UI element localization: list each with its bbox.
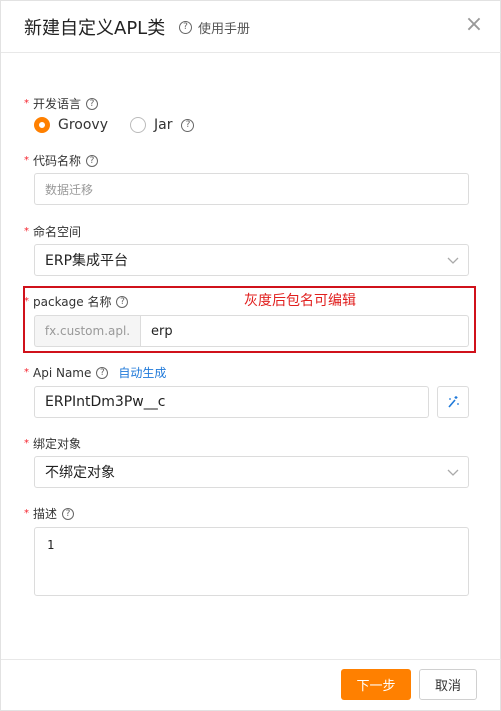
magic-wand-button[interactable] <box>437 386 469 418</box>
radio-jar-label[interactable]: Jar <box>154 117 172 133</box>
required-marker: * <box>24 508 29 519</box>
user-manual-label: 使用手册 <box>198 22 251 37</box>
description-textarea[interactable]: 1 <box>34 527 469 596</box>
question-circle-icon[interactable]: ? <box>62 507 75 520</box>
question-circle-icon[interactable]: ? <box>96 366 109 379</box>
namespace-value: ERP集成平台 <box>45 253 129 269</box>
namespace-label-row: * 命名空间 <box>24 223 81 240</box>
question-circle-icon: ? <box>179 21 192 34</box>
description-label: 描述 <box>33 507 58 521</box>
code-name-label-row: * 代码名称 ? <box>24 152 99 169</box>
api-name-label: Api Name <box>33 365 92 380</box>
required-marker: * <box>24 226 29 237</box>
bind-object-label: 绑定对象 <box>33 437 82 451</box>
namespace-select[interactable]: ERP集成平台 <box>34 244 469 276</box>
magic-wand-icon <box>448 396 459 408</box>
code-name-label: 代码名称 <box>33 154 82 168</box>
radio-unchecked-icon[interactable] <box>130 117 146 133</box>
bind-object-label-row: * 绑定对象 <box>24 435 81 452</box>
cancel-button[interactable]: 取消 <box>419 669 477 700</box>
annotation-text: 灰度后包名可编辑 <box>244 293 356 309</box>
chevron-down-icon <box>447 257 459 264</box>
next-step-button[interactable]: 下一步 <box>341 669 411 700</box>
user-manual-link[interactable]: ? 使用手册 <box>179 18 250 37</box>
question-circle-icon[interactable]: ? <box>86 154 99 167</box>
language-label: 开发语言 <box>33 97 82 111</box>
required-marker: * <box>24 438 29 449</box>
auto-generate-link[interactable]: 自动生成 <box>118 364 166 381</box>
required-marker: * <box>24 155 29 166</box>
code-name-placeholder: 数据迁移 <box>45 182 94 197</box>
radio-jar[interactable]: Jar ? <box>130 117 195 133</box>
chevron-down-icon <box>447 469 459 476</box>
language-label-row: * 开发语言 ? <box>24 95 99 112</box>
language-radio-group: Groovy Jar ? <box>34 117 195 133</box>
code-name-input[interactable]: 数据迁移 <box>34 173 469 205</box>
api-name-input[interactable]: ERPIntDm3Pw__c <box>34 386 429 418</box>
question-circle-icon[interactable]: ? <box>86 97 99 110</box>
question-circle-icon[interactable]: ? <box>181 118 195 132</box>
radio-groovy[interactable]: Groovy <box>34 117 108 133</box>
dialog-header: 新建自定义APL类 ? 使用手册 × <box>1 1 501 53</box>
new-apl-class-dialog: 新建自定义APL类 ? 使用手册 × * 开发语言 ? Groovy Jar ?… <box>0 0 501 711</box>
api-name-label-row: * Api Name ? 自动生成 <box>24 364 166 381</box>
required-marker: * <box>24 367 29 378</box>
namespace-label: 命名空间 <box>33 225 82 239</box>
dialog-title: 新建自定义APL类 <box>24 18 166 39</box>
bind-object-value: 不绑定对象 <box>45 465 115 481</box>
radio-checked-icon[interactable] <box>34 117 50 133</box>
api-name-value: ERPIntDm3Pw__c <box>45 394 166 410</box>
bind-object-select[interactable]: 不绑定对象 <box>34 456 469 488</box>
required-marker: * <box>24 98 29 109</box>
radio-groovy-label[interactable]: Groovy <box>58 117 108 133</box>
description-label-row: * 描述 ? <box>24 505 75 522</box>
close-icon[interactable]: × <box>464 14 484 36</box>
